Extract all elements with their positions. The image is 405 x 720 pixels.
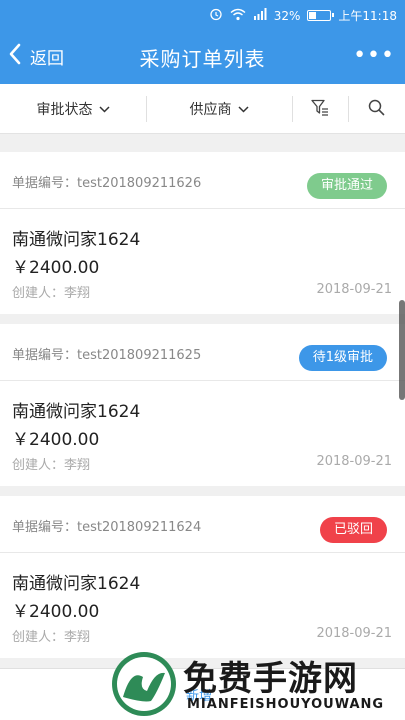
filter-button[interactable]	[292, 84, 348, 134]
order-card[interactable]: 单据编号：test201809211624 已驳回 南通微问家1624 ￥240…	[0, 496, 405, 658]
back-label: 返回	[30, 48, 64, 69]
status-icons: 32% 上午11:18	[209, 7, 397, 24]
order-amount: ￥2400.00	[12, 602, 100, 622]
order-date: 2018-09-21	[316, 626, 392, 641]
filter-approval-status[interactable]: 审批状态	[0, 84, 146, 134]
chevron-down-icon	[98, 101, 110, 117]
bottom-bar: 新增	[0, 668, 405, 720]
nav-bar: 返回 采购订单列表 •••	[0, 28, 405, 84]
search-button[interactable]	[348, 84, 405, 134]
order-amount: ￥2400.00	[12, 430, 100, 450]
order-list: 单据编号：test201809211626 审批通过 南通微问家1624 ￥24…	[0, 152, 405, 668]
add-button[interactable]: 新增	[186, 685, 212, 704]
battery-icon	[307, 10, 335, 21]
back-button[interactable]: 返回	[8, 40, 64, 72]
order-date: 2018-09-21	[316, 282, 392, 297]
scrollbar[interactable]	[399, 300, 405, 400]
filter-approval-status-label: 审批状态	[36, 102, 93, 118]
more-icon: •••	[353, 43, 395, 68]
creator-name: 创建人：李翔	[12, 286, 91, 301]
order-amount: ￥2400.00	[12, 258, 100, 278]
filter-icon	[311, 99, 329, 120]
filter-bar: 审批状态 供应商	[0, 84, 405, 134]
status-time: 上午11:18	[338, 9, 397, 23]
chevron-down-icon	[237, 101, 249, 117]
filter-supplier-label: 供应商	[189, 102, 232, 118]
order-card[interactable]: 单据编号：test201809211625 待1级审批 南通微问家1624 ￥2…	[0, 324, 405, 486]
status-bar: 32% 上午11:18	[0, 0, 405, 28]
signal-icon	[253, 8, 267, 23]
battery-percent: 32%	[273, 8, 301, 23]
order-date: 2018-09-21	[316, 454, 392, 469]
order-card-header: 单据编号：test201809211626 审批通过	[0, 152, 405, 209]
status-badge: 审批通过	[306, 173, 387, 199]
creator-name: 创建人：李翔	[12, 630, 91, 645]
order-number: 单据编号：test201809211624	[12, 520, 202, 535]
more-button[interactable]: •••	[353, 43, 395, 68]
supplier-name: 南通微问家1624	[12, 230, 141, 250]
order-number: 单据编号：test201809211626	[12, 176, 202, 191]
order-card[interactable]: 单据编号：test201809211626 审批通过 南通微问家1624 ￥24…	[0, 152, 405, 314]
alarm-icon	[209, 7, 223, 24]
chevron-left-icon	[8, 43, 22, 70]
status-badge: 已驳回	[319, 517, 387, 543]
order-card-header: 单据编号：test201809211625 待1级审批	[0, 324, 405, 381]
supplier-name: 南通微问家1624	[12, 402, 141, 422]
search-icon	[368, 99, 385, 120]
supplier-name: 南通微问家1624	[12, 574, 141, 594]
creator-name: 创建人：李翔	[12, 458, 91, 473]
order-number: 单据编号：test201809211625	[12, 348, 202, 363]
status-badge: 待1级审批	[298, 345, 387, 371]
filter-supplier[interactable]: 供应商	[146, 84, 292, 134]
wifi-icon	[230, 8, 246, 24]
order-card-header: 单据编号：test201809211624 已驳回	[0, 496, 405, 553]
